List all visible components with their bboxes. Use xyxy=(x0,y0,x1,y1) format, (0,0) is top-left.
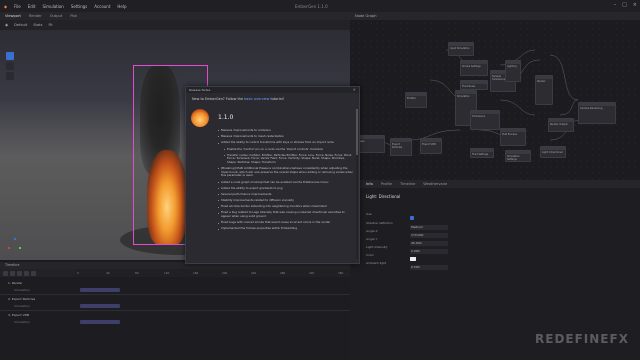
release-notes-dialog: Release Notes × New to EmberGen? Follow … xyxy=(185,86,360,264)
axis-gizmo xyxy=(8,238,22,252)
close-icon[interactable]: × xyxy=(633,2,637,8)
toolbar-default[interactable]: Default xyxy=(14,23,27,27)
property-row: Use xyxy=(366,212,626,220)
menu-edit[interactable]: Edit xyxy=(28,4,36,9)
dialog-scrollbar[interactable] xyxy=(356,109,358,259)
menu-help[interactable]: Help xyxy=(117,4,126,9)
play-icon[interactable] xyxy=(17,270,22,276)
minimize-icon[interactable]: – xyxy=(614,2,617,8)
toolbar-fit[interactable]: Fit xyxy=(48,23,52,27)
tutorial-link[interactable]: basic overview xyxy=(244,97,269,101)
viewport-tabs: Viewport Render Output Plot xyxy=(0,12,350,20)
property-row: Color xyxy=(366,253,626,261)
list-item: Fixed a bug related to Legs Intensity th… xyxy=(218,211,354,218)
embergen-logo-icon xyxy=(191,109,209,127)
divider xyxy=(0,294,350,295)
tab-output[interactable]: Output xyxy=(50,14,62,18)
node-connections xyxy=(369,49,581,151)
toolbar-stats[interactable]: Stats xyxy=(33,23,42,27)
menu-simulation[interactable]: Simulation xyxy=(43,4,64,9)
app-logo-icon: ◆ xyxy=(4,3,8,9)
property-row: Shadow definition Medium xyxy=(366,221,626,230)
list-item: Added a node graph minimap that can be e… xyxy=(218,180,354,185)
node-post-process[interactable]: Post Process xyxy=(500,128,526,146)
timeline-clip[interactable] xyxy=(80,288,120,292)
node-input-simulation[interactable]: Input Simulation xyxy=(448,42,474,56)
rotate-tool-icon[interactable] xyxy=(6,72,14,80)
move-tool-icon[interactable] xyxy=(6,62,14,70)
use-checkbox[interactable] xyxy=(410,216,414,220)
node-light-directional[interactable]: Light: Directional xyxy=(540,146,566,158)
node-camera-rendering[interactable]: Camera Rendering xyxy=(578,102,616,124)
tab-render[interactable]: Render xyxy=(29,14,42,18)
close-icon[interactable]: × xyxy=(353,87,356,93)
list-item: Added the ability to export gradients to… xyxy=(218,186,354,191)
select-tool-icon[interactable] xyxy=(6,52,14,60)
dialog-intro: New to EmberGen? Follow the basic overvi… xyxy=(192,97,285,101)
tab-timeline[interactable]: Timeline xyxy=(400,182,415,186)
list-item: Massive improvements to collisions xyxy=(218,128,354,133)
menu-file[interactable]: File xyxy=(14,4,21,9)
tab-plot[interactable]: Plot xyxy=(70,14,77,18)
viewport-toolbar: ◉ Default Stats Fit xyxy=(0,20,350,30)
list-item: Several performance improvements xyxy=(218,192,354,197)
node-render[interactable]: Render xyxy=(535,75,553,105)
tab-info[interactable]: Info xyxy=(366,182,373,186)
ambient-light-field[interactable]: 0.500 xyxy=(410,265,448,270)
rewind-icon[interactable] xyxy=(3,270,8,276)
menu-bar: ◆ File Edit Simulation Settings Account … xyxy=(0,0,640,12)
node-fluid-noise[interactable]: Fluid Noise xyxy=(460,80,488,90)
app-window: ◆ File Edit Simulation Settings Account … xyxy=(0,0,640,360)
property-row: Angle X 170.000 xyxy=(366,229,626,238)
viewport-tool-column xyxy=(6,52,14,80)
node-smoke-settings[interactable]: Smoke Settings xyxy=(460,60,488,76)
property-row: Light Intensity 2.000 xyxy=(366,245,626,254)
node-graph[interactable]: Input Simulation Smoke Settings Fluid No… xyxy=(350,20,640,180)
node-export-vdb[interactable]: Export VDB xyxy=(420,138,442,154)
list-item: Fixed window border extending into neigh… xyxy=(218,205,354,209)
node-lighting[interactable]: Lighting xyxy=(505,60,521,82)
timeline-ruler[interactable]: 0 40 80 120 160 200 240 280 320 360 xyxy=(75,269,350,277)
playback-controls xyxy=(0,269,75,277)
list-item: [Breaking] Multi Additional Pressure com… xyxy=(218,166,354,178)
node-simulation-settings[interactable]: Simulation Settings xyxy=(505,150,531,162)
properties-title: Light: Directional xyxy=(366,194,401,199)
window-title: EmberGen 1.1.0 xyxy=(295,3,328,9)
divider xyxy=(0,310,350,311)
list-item: Enable the 'Control' pin on a node via t… xyxy=(218,147,354,152)
properties-tabs: Info Profile Timeline Weathervane xyxy=(350,180,640,188)
property-row: Ambient light 0.500 xyxy=(366,261,626,270)
step-forward-icon[interactable] xyxy=(24,270,29,276)
list-item: Implemented the frames properties within… xyxy=(218,227,354,231)
menu-settings[interactable]: Settings xyxy=(71,4,87,9)
tab-profile[interactable]: Profile xyxy=(381,182,392,186)
node-emitter[interactable]: Emitter xyxy=(405,92,427,108)
step-back-icon[interactable] xyxy=(10,270,15,276)
tab-viewport[interactable]: Viewport xyxy=(5,14,21,18)
camera-icon[interactable]: ◉ xyxy=(5,23,8,27)
timeline-clip[interactable] xyxy=(80,304,120,308)
tab-weathervane[interactable]: Weathervane xyxy=(423,182,447,186)
maximize-icon[interactable]: □ xyxy=(622,2,627,8)
node-render-output[interactable]: Render Output xyxy=(548,118,574,132)
property-row: Angle Y 45.000 xyxy=(366,237,626,246)
list-item: Transfer nodes: Collider, Emitter, Parti… xyxy=(218,153,354,165)
watermark: REDEFINEFX xyxy=(535,332,629,346)
node-turbulence[interactable]: Turbulence xyxy=(470,110,500,130)
loop-icon[interactable] xyxy=(31,270,36,276)
list-item: Fixed bugs with colored smoke that would… xyxy=(218,221,354,225)
node-export-particles[interactable]: Export Particles xyxy=(390,138,412,156)
menu-account[interactable]: Account xyxy=(94,4,110,9)
timeline-panel: Timeline 0 40 80 120 160 200 240 280 320… xyxy=(0,262,350,360)
version-heading: 1.1.0 xyxy=(218,114,234,121)
node-graph-title: Node Graph xyxy=(350,12,640,20)
timeline-subtrack[interactable]: Simulation xyxy=(0,319,75,327)
list-item: Added the ability to control transforms … xyxy=(218,141,354,145)
list-item: Massive improvements to mesh rasterizati… xyxy=(218,135,354,139)
node-fluid-settings[interactable]: Fluid Settings xyxy=(470,148,494,158)
release-notes-list: Massive improvements to collisions Massi… xyxy=(218,128,354,234)
timeline-clip[interactable] xyxy=(80,320,120,324)
list-item: Stability improvements related to diffus… xyxy=(218,198,354,203)
